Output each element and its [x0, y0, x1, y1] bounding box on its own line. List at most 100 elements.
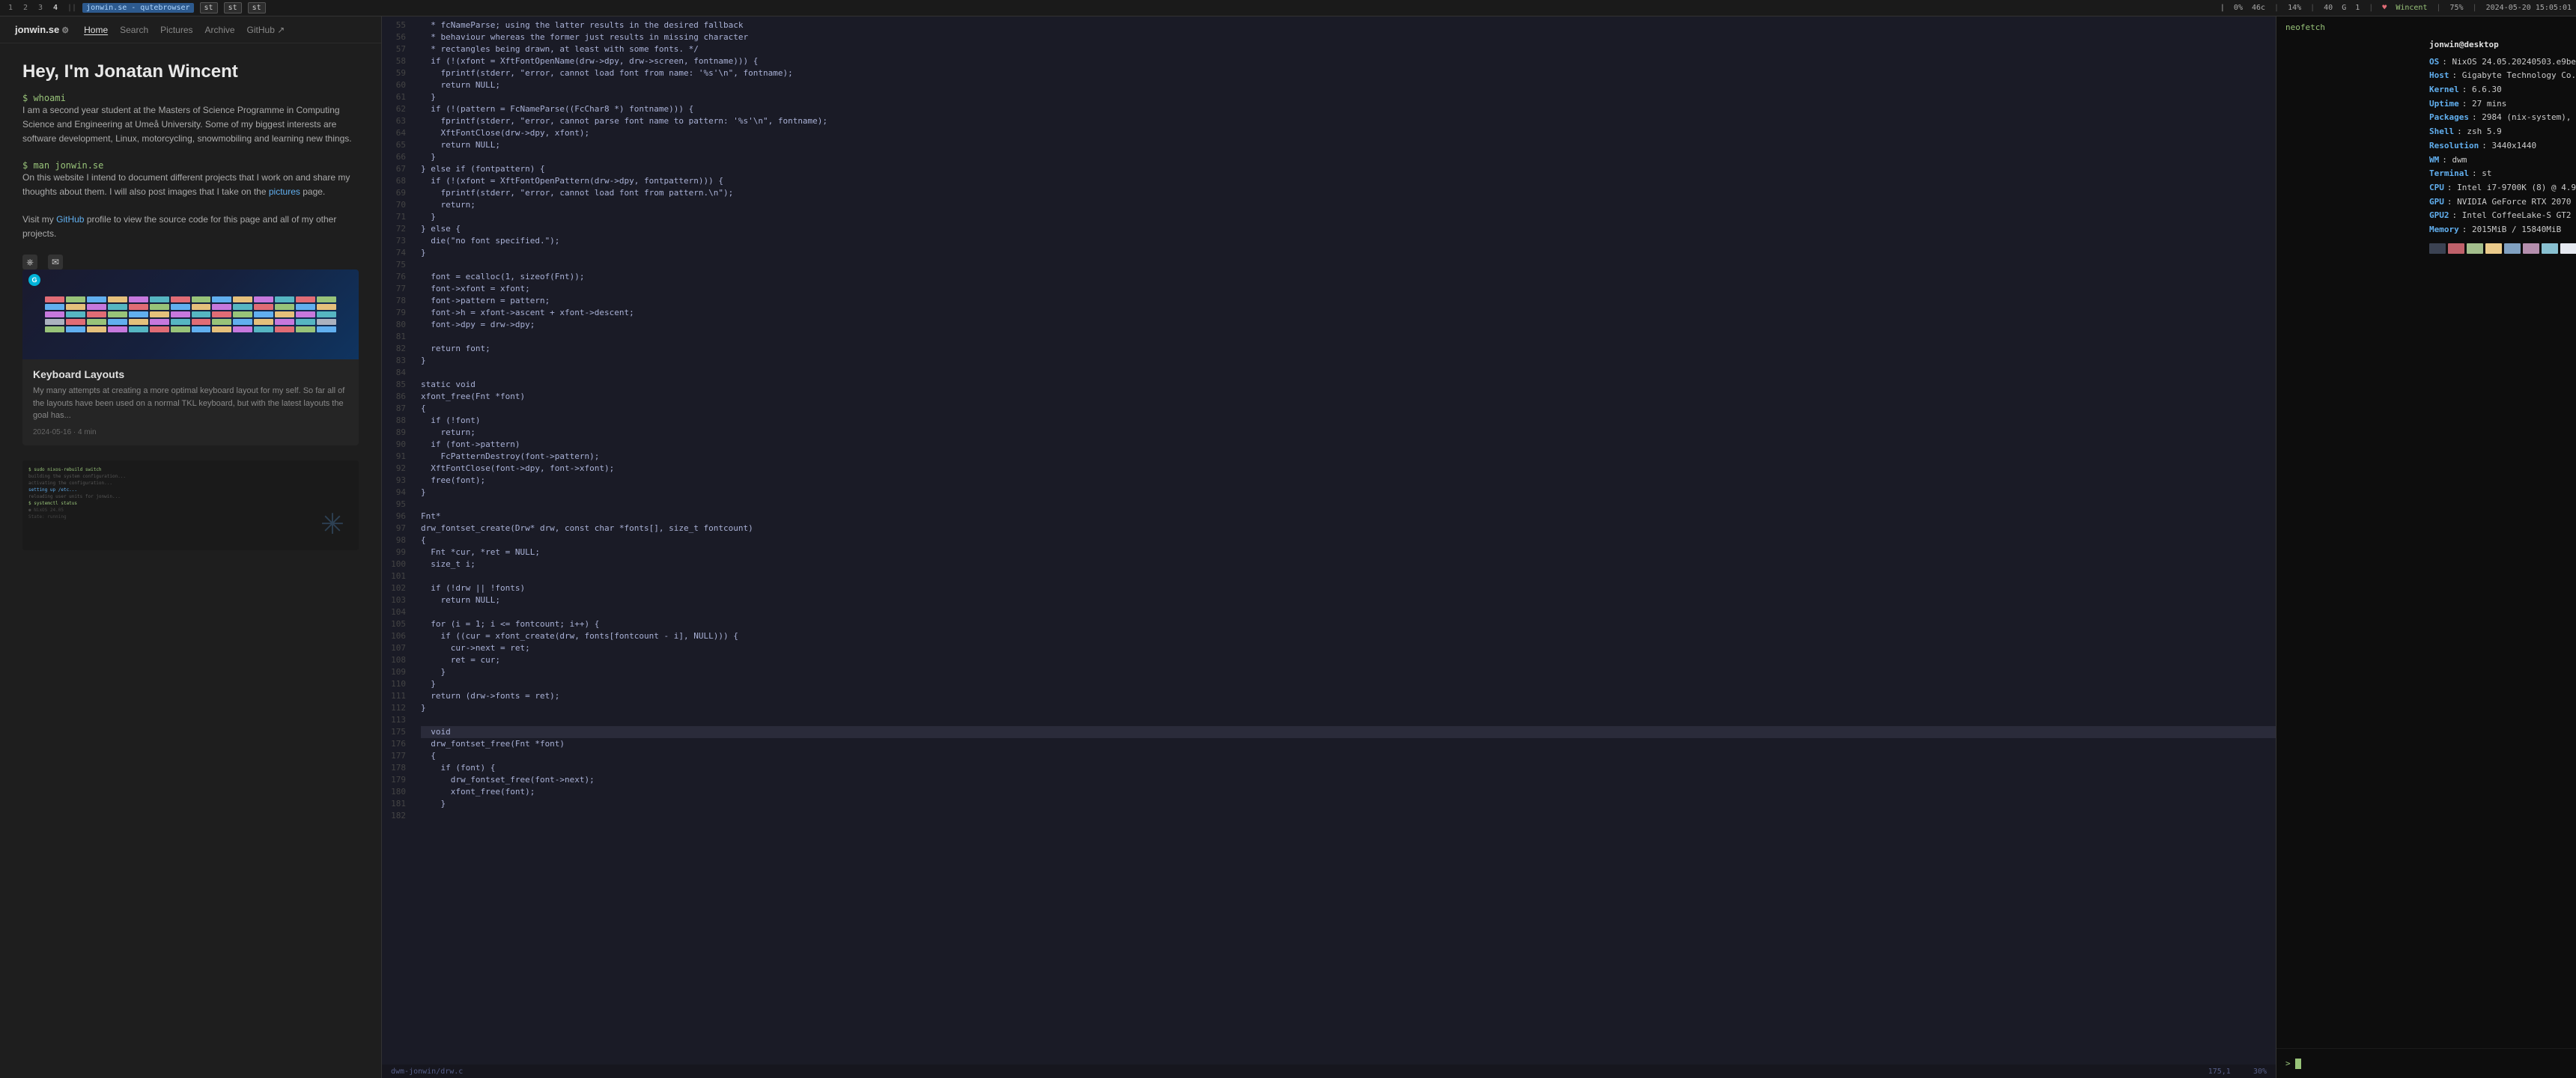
logitech-g-logo: G: [28, 274, 40, 286]
code-line: } else {: [421, 223, 2276, 235]
line-number: 90: [382, 439, 412, 451]
brightness: 75%: [2450, 4, 2464, 12]
code-line: }: [421, 151, 2276, 163]
main-area: jonwin.se⚙ Home Search Pictures Archive …: [0, 16, 2576, 1078]
neofetch-val: : dwm: [2442, 153, 2467, 168]
man-cmd: $ man jonwin.se: [22, 160, 359, 171]
code-line: {: [421, 403, 2276, 415]
neofetch-info-row: Resolution: 3440x1440: [2429, 139, 2576, 153]
code-line: [421, 367, 2276, 379]
code-line: }: [421, 247, 2276, 259]
site-navigation: jonwin.se⚙ Home Search Pictures Archive …: [0, 16, 381, 43]
line-number: 179: [382, 774, 412, 786]
cpu-temp: 40: [2324, 4, 2333, 12]
github-icon[interactable]: ⎈: [22, 255, 37, 270]
line-number: 79: [382, 307, 412, 319]
code-line: if (font) {: [421, 762, 2276, 774]
code-line: [421, 570, 2276, 582]
neofetch-val: : Intel CoffeeLake-S GT2 [UHD Graphics 6…: [2452, 209, 2576, 223]
neofetch-key: GPU: [2429, 195, 2444, 210]
neofetch-val: : NixOS 24.05.20240503.e9be424 (Uakari) …: [2442, 55, 2576, 70]
code-line: free(font);: [421, 475, 2276, 487]
email-icon[interactable]: ✉: [48, 255, 63, 270]
whoami-cmd: $ whoami: [22, 93, 359, 103]
line-number: 87: [382, 403, 412, 415]
line-number: 58: [382, 55, 412, 67]
man-section: $ man jonwin.se On this website I intend…: [22, 160, 359, 199]
code-line: {: [421, 750, 2276, 762]
blog-card-image-nixos: $ sudo nixos-rebuild switch building the…: [22, 460, 359, 550]
line-number: 67: [382, 163, 412, 175]
code-line: }: [421, 798, 2276, 810]
code-line: if (!(xfont = XftFontOpenName(drw->dpy, …: [421, 55, 2276, 67]
neofetch-key: Memory: [2429, 223, 2459, 237]
nav-pictures[interactable]: Pictures: [160, 25, 192, 35]
line-number: 113: [382, 714, 412, 726]
code-line: if (!font): [421, 415, 2276, 427]
blog-card-keyboard[interactable]: G Keyboard Layouts My many attempts at c…: [22, 270, 359, 445]
nav-search[interactable]: Search: [120, 25, 148, 35]
line-number: 78: [382, 295, 412, 307]
st-tag-2[interactable]: st: [224, 2, 242, 13]
github-link[interactable]: GitHub: [56, 214, 84, 225]
code-line: }: [421, 678, 2276, 690]
nav-home[interactable]: Home: [84, 25, 108, 35]
line-number: 88: [382, 415, 412, 427]
code-line: void: [421, 726, 2276, 738]
blog-card-meta-keyboard: 2024-05-16 · 4 min: [33, 428, 348, 436]
line-number: 76: [382, 271, 412, 283]
code-line: [421, 331, 2276, 343]
neofetch-key: Resolution: [2429, 139, 2479, 153]
github-text: Visit my GitHub profile to view the sour…: [22, 213, 359, 241]
site-logo[interactable]: jonwin.se⚙: [15, 24, 69, 35]
line-number: 66: [382, 151, 412, 163]
line-number: 107: [382, 642, 412, 654]
line-number: 86: [382, 391, 412, 403]
nav-github[interactable]: GitHub ↗: [247, 25, 285, 35]
code-position: 175,1 30%: [2208, 1068, 2267, 1076]
st-tag-1[interactable]: st: [200, 2, 218, 13]
terminal-arrow: >: [2285, 1059, 2291, 1068]
line-number: 109: [382, 666, 412, 678]
workspace-4[interactable]: 4: [49, 2, 61, 14]
line-number: 57: [382, 43, 412, 55]
code-line: font->xfont = xfont;: [421, 283, 2276, 295]
neofetch-title: jonwin@desktop: [2429, 38, 2576, 52]
line-number: 70: [382, 199, 412, 211]
line-number: 178: [382, 762, 412, 774]
battery-temp: 46c: [2252, 4, 2265, 12]
code-line: }: [421, 91, 2276, 103]
workspace-3[interactable]: 3: [34, 2, 46, 14]
code-line: drw_fontset_free(font->next);: [421, 774, 2276, 786]
neofetch-info: jonwin@desktop OS: NixOS 24.05.20240503.…: [2429, 38, 2576, 1045]
nav-links: Home Search Pictures Archive GitHub ↗: [84, 25, 285, 35]
heart-icon: ♥: [2382, 4, 2387, 12]
blog-card-nixos[interactable]: $ sudo nixos-rebuild switch building the…: [22, 460, 359, 550]
workspace-switcher[interactable]: 1 2 3 4: [4, 2, 61, 14]
line-number: 75: [382, 259, 412, 271]
line-number: 92: [382, 463, 412, 475]
code-line: }: [421, 211, 2276, 223]
pictures-link[interactable]: pictures: [269, 186, 300, 197]
color-swatches: [2429, 243, 2576, 254]
browser-tag[interactable]: jonwin.se - qutebrowser: [82, 3, 193, 13]
nav-archive[interactable]: Archive: [205, 25, 235, 35]
neofetch-val: : 2984 (nix-system), 548 (nix-user): [2472, 111, 2576, 125]
line-number: 104: [382, 606, 412, 618]
neofetch-val: : Intel i7-9700K (8) @ 4.900GHz: [2447, 181, 2576, 195]
workspace-2[interactable]: 2: [19, 2, 31, 14]
line-number: 175: [382, 726, 412, 738]
st-tag-3[interactable]: st: [248, 2, 266, 13]
line-number: 101: [382, 570, 412, 582]
code-line: [421, 810, 2276, 822]
line-number: 68: [382, 175, 412, 187]
neofetch-info-row: Host: Gigabyte Technology Co., Ltd. Z390…: [2429, 69, 2576, 83]
workspace-1[interactable]: 1: [4, 2, 16, 14]
blog-card-desc-keyboard: My many attempts at creating a more opti…: [33, 385, 348, 422]
color-swatch: [2485, 243, 2502, 254]
blog-card-body-keyboard: Keyboard Layouts My many attempts at cre…: [22, 359, 359, 445]
keyboard-visual: [39, 290, 341, 338]
neofetch-panel: neofetch jonwin@desktop OS: NixOS 24.05.…: [2276, 16, 2576, 1048]
code-line: if (!(pattern = FcNameParse((FcChar8 *) …: [421, 103, 2276, 115]
line-number: 96: [382, 511, 412, 523]
